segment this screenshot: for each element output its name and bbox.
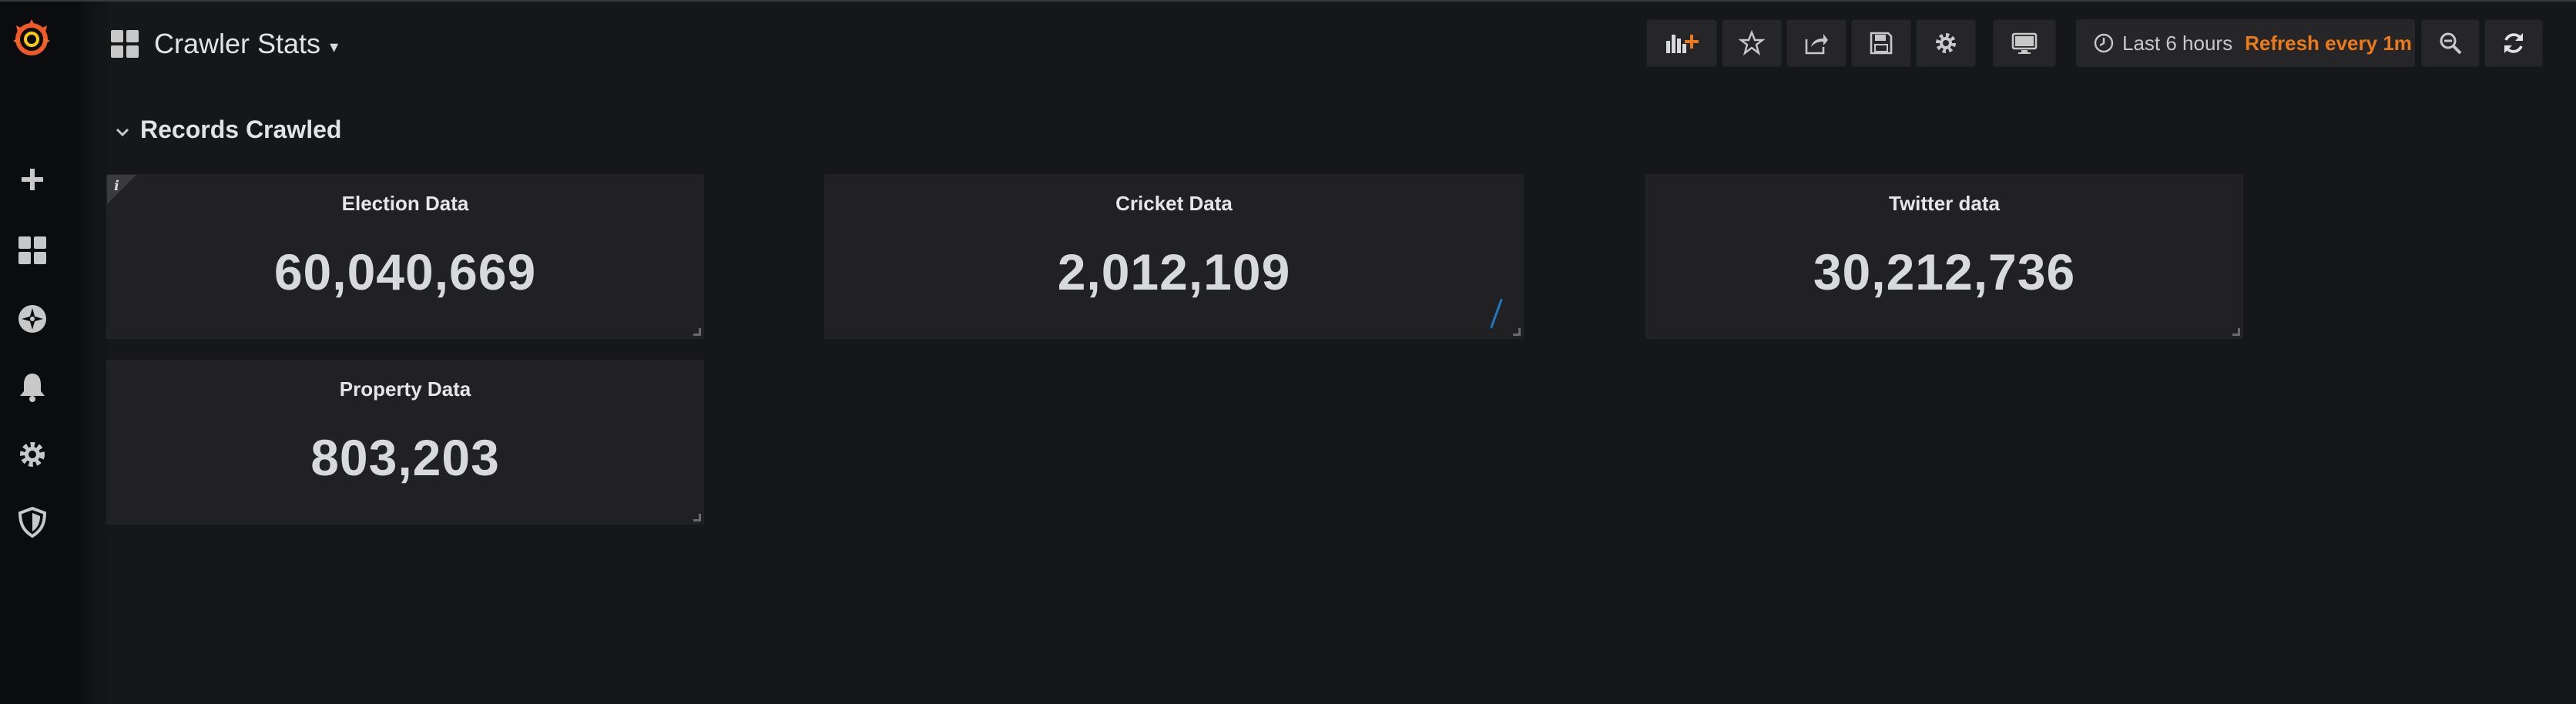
row-title: Records Crawled [140, 116, 342, 143]
singlestat-value: 803,203 [310, 429, 500, 486]
panel-election-data[interactable]: i Election Data 60,040,669 [106, 174, 704, 339]
resize-handle[interactable] [1513, 328, 1521, 336]
panel-twitter-data[interactable]: Twitter data 30,212,736 [1645, 174, 2243, 339]
panel-title[interactable]: Twitter data [1646, 192, 2242, 216]
refresh-button[interactable] [2484, 19, 2543, 67]
settings-button[interactable] [1916, 19, 1976, 67]
dashboard-title: Crawler Stats [154, 28, 321, 59]
save-button[interactable] [1851, 19, 1911, 67]
refresh-icon [2504, 33, 2523, 53]
share-button[interactable] [1786, 19, 1846, 67]
add-panel-icon [1666, 35, 1699, 53]
time-range-label: Last 6 hours [2122, 31, 2233, 55]
resize-handle[interactable] [693, 514, 701, 521]
sparkline-mark [1490, 298, 1503, 329]
panel-title[interactable]: Property Data [107, 377, 703, 401]
alerting-bell-icon[interactable] [14, 368, 51, 405]
refresh-interval-label: Refresh every 1m [2245, 31, 2412, 55]
singlestat-value: 60,040,669 [273, 243, 537, 300]
share-icon [1805, 34, 1828, 55]
panel-cricket-data[interactable]: Cricket Data 2,012,109 [824, 174, 1524, 339]
resize-handle[interactable] [693, 328, 701, 336]
row-header[interactable]: Records Crawled [112, 116, 341, 144]
star-icon [1739, 30, 1765, 56]
panel-title[interactable]: Election Data [107, 192, 703, 216]
zoom-out-icon [2440, 32, 2462, 55]
save-icon [1870, 32, 1893, 55]
top-border [0, 0, 2576, 2]
explore-compass-icon[interactable] [14, 300, 51, 337]
clock-icon [2094, 33, 2114, 53]
star-button[interactable] [1722, 19, 1782, 67]
dashboards-icon[interactable] [14, 232, 51, 269]
tv-mode-icon [2011, 32, 2038, 54]
dashboard-title-picker[interactable]: Crawler Stats ▾ [109, 25, 338, 63]
side-menu [0, 0, 80, 704]
server-admin-shield-icon[interactable] [14, 504, 51, 541]
singlestat-value: 2,012,109 [1057, 243, 1291, 300]
grafana-logo-icon[interactable] [8, 15, 55, 61]
zoom-out-button[interactable] [2421, 19, 2480, 67]
settings-gear-icon [1936, 33, 1956, 53]
sidebar-shadow [80, 0, 111, 704]
resize-handle[interactable] [2232, 328, 2240, 336]
panel-title[interactable]: Cricket Data [825, 192, 1523, 216]
create-plus-icon[interactable] [14, 161, 51, 198]
dashboard-grid-icon [111, 30, 139, 58]
chevron-down-icon [116, 128, 129, 136]
panel-property-data[interactable]: Property Data 803,203 [106, 360, 704, 525]
caret-down-icon: ▾ [330, 37, 339, 56]
tv-mode-button[interactable] [1993, 19, 2056, 67]
configuration-gear-icon[interactable] [14, 436, 51, 473]
singlestat-value: 30,212,736 [1813, 243, 2076, 300]
time-picker-button[interactable]: Last 6 hours Refresh every 1m [2076, 19, 2415, 67]
add-panel-button[interactable] [1646, 19, 1717, 67]
